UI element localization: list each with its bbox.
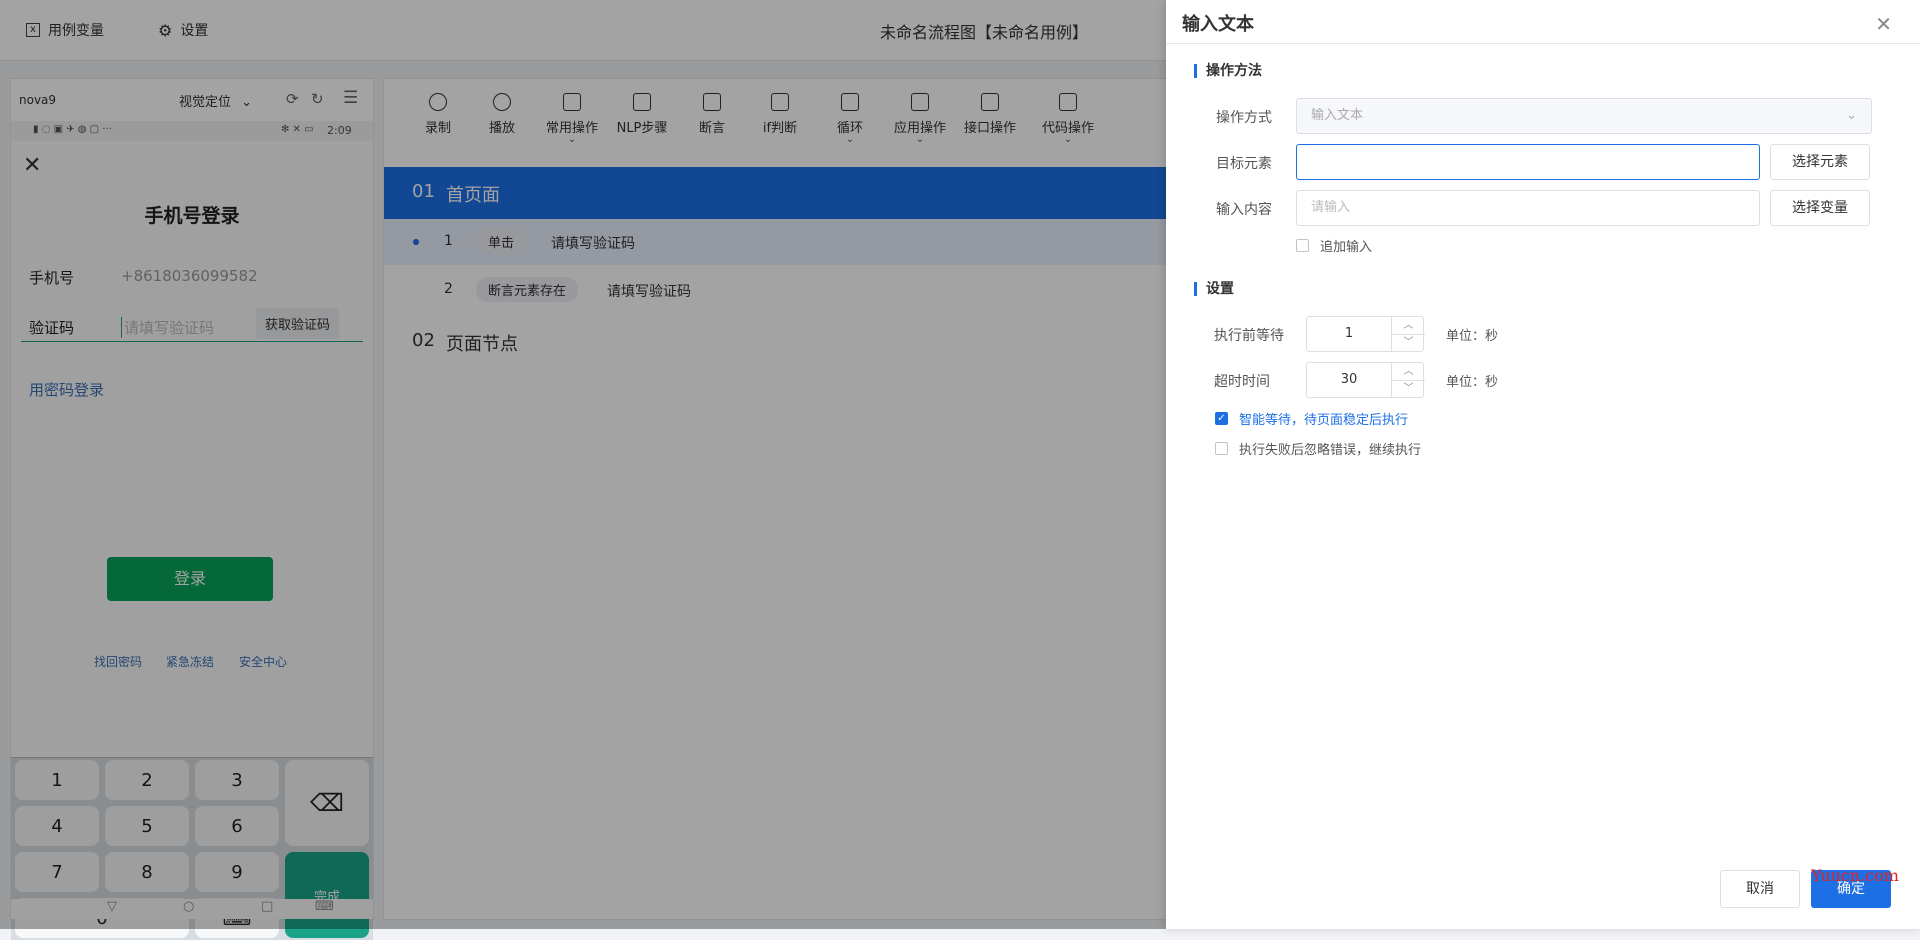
method-select[interactable]: 输入文本 ⌄ (1296, 98, 1872, 134)
smart-wait-checkbox[interactable]: ✓ (1215, 412, 1228, 425)
increment-icon[interactable]: ︿ (1391, 363, 1425, 381)
select-element-button[interactable]: 选择元素 (1770, 144, 1870, 180)
drawer-divider (1166, 43, 1920, 44)
increment-icon[interactable]: ︿ (1391, 317, 1425, 335)
timeout-stepper[interactable]: 30 ︿ ﹀ (1306, 362, 1425, 398)
content-input[interactable]: 请输入 (1296, 190, 1760, 226)
wait-value: 1 (1344, 326, 1354, 341)
select-variable-button[interactable]: 选择变量 (1770, 190, 1870, 226)
wait-unit: 单位：秒 (1446, 329, 1499, 344)
group-title-settings: 设置 (1194, 282, 1234, 296)
ignore-error-checkbox[interactable] (1215, 442, 1228, 455)
timeout-value: 30 (1340, 372, 1358, 387)
decrement-icon[interactable]: ﹀ (1391, 380, 1425, 397)
group-title-method: 操作方法 (1194, 64, 1262, 78)
method-label: 操作方式 (1216, 110, 1272, 126)
smart-wait-label: 智能等待，待页面稳定后执行 (1239, 413, 1409, 428)
timeout-unit: 单位：秒 (1446, 375, 1499, 390)
cancel-button[interactable]: 取消 (1720, 870, 1800, 908)
decrement-icon[interactable]: ﹀ (1391, 334, 1425, 351)
append-input-checkbox[interactable] (1296, 239, 1309, 252)
timeout-label: 超时时间 (1214, 374, 1270, 390)
close-icon[interactable]: ✕ (1875, 12, 1892, 36)
modal-overlay[interactable] (0, 0, 1166, 929)
wait-stepper[interactable]: 1 ︿ ﹀ (1306, 316, 1425, 352)
append-input-label: 追加输入 (1320, 240, 1373, 255)
content-label: 输入内容 (1216, 202, 1272, 218)
target-label: 目标元素 (1216, 156, 1272, 172)
ignore-error-label: 执行失败后忽略错误，继续执行 (1239, 443, 1422, 458)
input-text-drawer: 输入文本 ✕ 操作方法 操作方式 输入文本 ⌄ 目标元素 选择元素 输入内容 请… (1166, 0, 1920, 929)
chevron-down-icon: ⌄ (1846, 108, 1857, 123)
wait-label: 执行前等待 (1214, 328, 1284, 344)
target-element-input[interactable] (1296, 144, 1760, 180)
method-value: 输入文本 (1311, 108, 1364, 123)
drawer-title: 输入文本 (1182, 14, 1254, 35)
watermark: Yuucn.com (1811, 866, 1899, 885)
